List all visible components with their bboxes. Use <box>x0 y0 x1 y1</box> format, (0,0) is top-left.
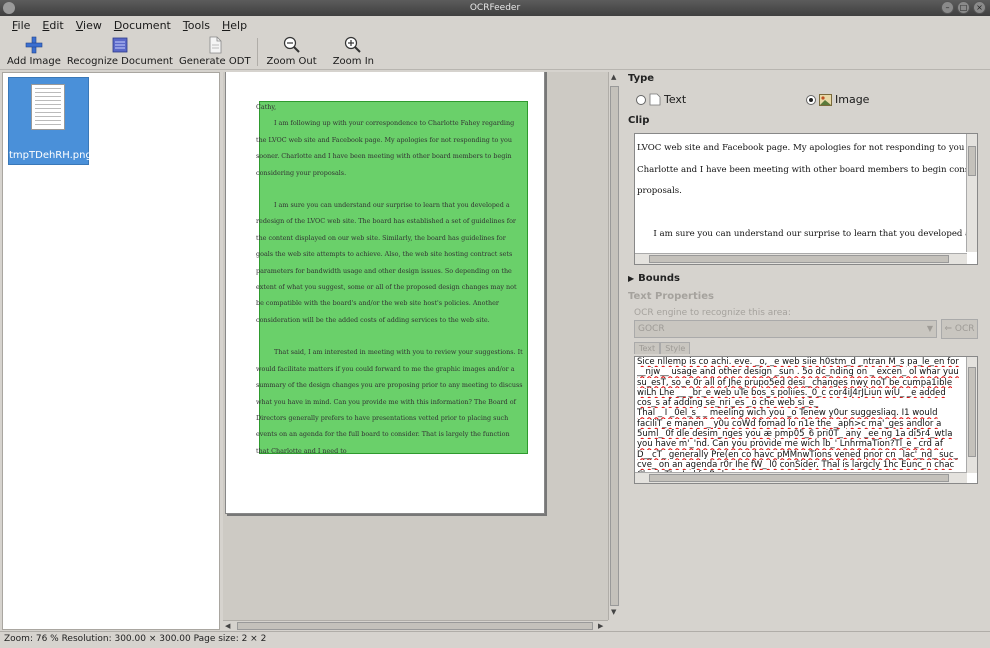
minimize-button[interactable]: – <box>941 1 954 14</box>
viewer-vertical-scrollbar[interactable]: ▲ ▼ <box>608 72 620 620</box>
text-properties-heading: Text Properties <box>628 291 714 302</box>
status-bar: Zoom: 76 % Resolution: 300.00 × 300.00 P… <box>0 631 990 648</box>
document-greeting: Cathy, <box>256 103 277 111</box>
document-paragraph: I am sure you can understand our surpris… <box>256 201 517 324</box>
clip-line: Charlotte and I have been meeting with o… <box>637 164 967 175</box>
ocr-line: wiLh Lhe __ _br_e web uTe bos_s poliies.… <box>637 387 946 398</box>
toolbar-separator <box>256 38 258 66</box>
zoom-out-button[interactable]: Zoom Out <box>261 34 325 68</box>
recognize-icon <box>112 37 128 53</box>
document-viewer[interactable]: Cathy, I am following up with your corre… <box>223 72 608 620</box>
ocr-button[interactable]: ⇐ OCR <box>941 319 978 339</box>
clip-line: I am sure you can understand our surpris… <box>653 229 967 239</box>
document-paragraph: I am following up with your corresponden… <box>256 119 515 177</box>
ocr-line: 5uml_ 0f dle desim_nges you æ pmp05_6 pr… <box>637 429 953 440</box>
bounds-expander[interactable]: ▶ Bounds <box>628 273 680 284</box>
text-type-icon <box>649 93 661 106</box>
zoom-in-icon <box>345 36 362 53</box>
maximize-button[interactable]: □ <box>957 1 970 14</box>
dropdown-arrow-icon: ▼ <box>926 324 933 333</box>
properties-panel: Type Text Image Clip LVOC web site and F… <box>624 72 990 630</box>
type-image-label: Image <box>835 93 870 106</box>
clip-heading: Clip <box>628 115 650 126</box>
zoom-out-icon <box>283 36 300 53</box>
ocr-line: D__cT_ generally Pre(en co havc pMMnwTio… <box>637 449 958 460</box>
ocr-engine-label: OCR engine to recognize this area: <box>634 308 791 318</box>
title-bar: OCRFeeder – □ × <box>0 0 990 16</box>
text-radio[interactable] <box>636 94 646 105</box>
ocr-text-editor[interactable]: Sice nllemp is co achi. eve. _o, _e web … <box>634 356 978 484</box>
bounds-heading: Bounds <box>638 273 680 284</box>
close-button[interactable]: × <box>973 1 986 14</box>
document-page: Cathy, I am following up with your corre… <box>225 72 545 514</box>
clip-line: proposals. <box>637 186 682 196</box>
menu-document[interactable]: Document <box>108 19 177 32</box>
ocr-line: Thal _ I _0el_s_ _ meeling wich you _o T… <box>637 408 938 419</box>
add-icon <box>25 36 43 54</box>
clip-line <box>637 203 967 225</box>
ocr-vertical-scrollbar[interactable] <box>966 357 977 473</box>
viewer-horizontal-scrollbar[interactable]: ◀ ▶ <box>223 620 608 631</box>
add-image-label: Add Image <box>7 56 61 67</box>
menu-help[interactable]: Help <box>216 19 253 32</box>
recognize-document-button[interactable]: Recognize Document <box>64 34 176 68</box>
menu-bar: File Edit View Document Tools Help <box>0 16 990 34</box>
tab-style[interactable]: Style <box>660 342 691 354</box>
generate-odt-button[interactable]: Generate ODT <box>176 34 254 68</box>
ocr-engine-value: GOCR <box>638 324 665 334</box>
app-icon <box>3 2 15 14</box>
ocr-line: you have m'_'nd. Can you provide me wich… <box>637 439 943 450</box>
ocr-line: cos_s af adding se_nri_es _o che web si_… <box>637 398 819 409</box>
tab-text[interactable]: Text <box>634 342 661 354</box>
ocr-button-icon: ⇐ <box>944 324 953 334</box>
menu-edit[interactable]: Edit <box>36 19 69 32</box>
ocr-line: su_esT, so_e 0r all of Jhe prupo5ed desi… <box>637 377 953 388</box>
zoom-in-label: Zoom In <box>332 56 374 67</box>
type-image-radio[interactable]: Image <box>806 93 869 106</box>
ocr-engine-select[interactable]: GOCR ▼ <box>634 320 937 338</box>
document-icon <box>209 36 222 54</box>
clip-horizontal-scrollbar[interactable] <box>635 253 967 264</box>
clip-vertical-scrollbar[interactable] <box>966 134 977 252</box>
thumbnail-label: tmpTDehRH.png <box>9 150 92 161</box>
menu-view[interactable]: View <box>70 19 108 32</box>
document-paragraph: That said, I am interested in meeting wi… <box>256 348 523 455</box>
ocr-line: __njw__ usage and other design _sun . 5o… <box>637 367 959 378</box>
ocr-horizontal-scrollbar[interactable] <box>635 472 967 483</box>
image-type-icon <box>819 93 832 106</box>
zoom-in-button[interactable]: Zoom In <box>325 34 377 68</box>
window-title: OCRFeeder <box>469 3 521 13</box>
ocr-line: cve_ on an agenda r0r Ihe fW_ l0 conSide… <box>637 459 955 470</box>
clip-line: LVOC web site and Facebook page. My apol… <box>637 143 967 153</box>
document-text: Cathy, I am following up with your corre… <box>256 99 524 475</box>
type-heading: Type <box>628 73 655 84</box>
text-style-tabs: Text Style <box>634 342 691 354</box>
recognize-document-label: Recognize Document <box>66 56 173 67</box>
thumbnail-image <box>31 84 65 130</box>
clip-preview: LVOC web site and Facebook page. My apol… <box>634 133 978 265</box>
expander-arrow-icon: ▶ <box>628 274 635 283</box>
zoom-out-label: Zoom Out <box>266 56 317 67</box>
menu-tools[interactable]: Tools <box>177 19 216 32</box>
thumbnail-panel: tmpTDehRH.png <box>2 72 220 630</box>
page-thumbnail[interactable]: tmpTDehRH.png <box>8 77 92 165</box>
generate-odt-label: Generate ODT <box>178 56 251 67</box>
menu-file[interactable]: File <box>6 19 36 32</box>
type-text-label: Text <box>664 93 687 106</box>
add-image-button[interactable]: Add Image <box>4 34 64 68</box>
ocr-line: faciliT_e manen _ y0u coWd fomad lo n1e … <box>637 418 942 429</box>
ocr-button-label: OCR <box>954 324 975 334</box>
image-radio[interactable] <box>806 94 816 105</box>
toolbar: Add Image Recognize Document Generate OD… <box>0 34 990 70</box>
type-text-radio[interactable]: Text <box>636 93 686 106</box>
ocr-line: Sice nllemp is co achi. eve. _o, _e web … <box>637 357 959 367</box>
